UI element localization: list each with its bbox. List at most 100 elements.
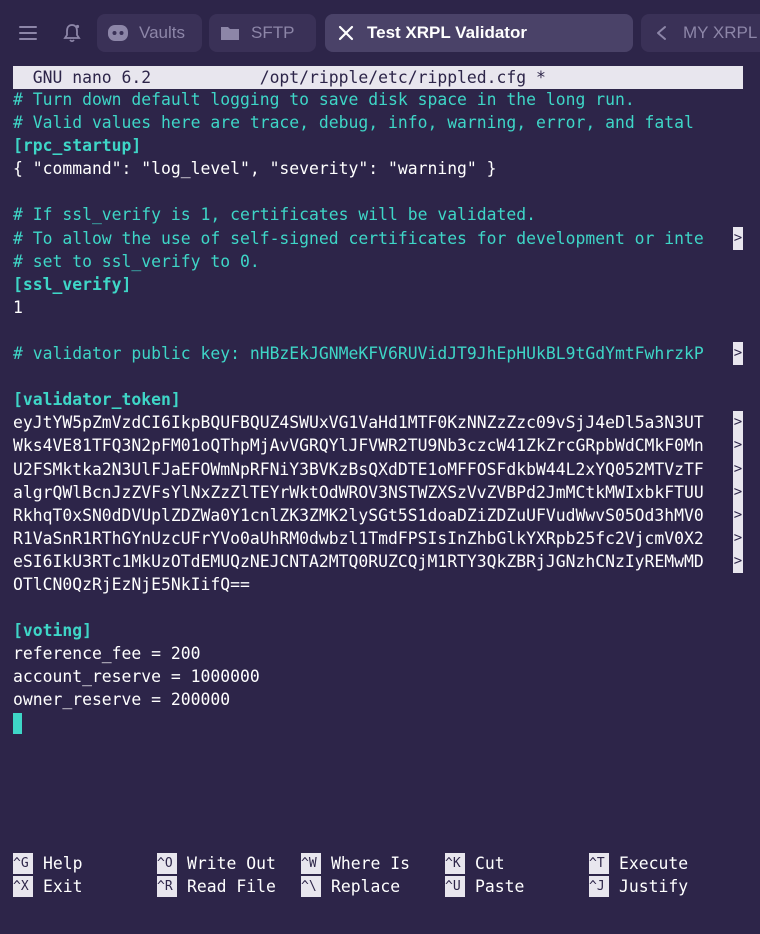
shortcut-write-out[interactable]: ^O Write Out (157, 852, 276, 875)
tab-test-xrpl-validator[interactable]: Test XRPL Validator (325, 14, 633, 52)
shortcut-help[interactable]: ^G Help (13, 852, 82, 875)
shortcut-key: ^J (589, 876, 609, 898)
line-text: reference_fee = 200 (13, 644, 201, 664)
shortcut-label: Cut (475, 854, 505, 873)
editor-line: Wks4VE81TFQ3N2pFM01oQThpMjAvVGRQYlJFVWR2… (13, 434, 743, 458)
bell-icon (63, 24, 81, 43)
editor-line: U2FSMktka2N3UlFJaEFOWmNpRFNiY3BVKzBsQXdD… (13, 457, 743, 481)
shortcut-label: Replace (331, 877, 401, 897)
line-text: # To allow the use of self-signed certif… (13, 228, 704, 248)
cursor-line (13, 712, 743, 735)
line-text: # validator public key: nHBzEkJGNMeKFV6R… (13, 344, 704, 364)
line-truncated-marker: > (733, 549, 743, 573)
line-text: { "command": "log_level", "severity": "w… (13, 159, 497, 179)
comment-line: # Valid values here are trace, debug, in… (13, 111, 743, 134)
line-text: algrQWlBcnJzZVFsYlNxZzZlTEYrWktOdWROV3NS… (13, 482, 704, 502)
comment-line: # set to ssl_verify to 0. (13, 250, 743, 273)
discord-vault-icon (107, 22, 129, 44)
text-cursor (13, 712, 22, 734)
shortcut-key: ^O (157, 853, 177, 874)
line-truncated-marker: > (733, 434, 743, 458)
editor-line: eSI6IkU3RTc1MkUzOTdEMUQzNEJCNTA2MTQ0RUZC… (13, 549, 743, 573)
editor-line: RkhqT0xSN0dDVUplZDZWa0Y1cnlZK3ZMK2lySGt5… (13, 503, 743, 527)
tab-label: MY XRPL (683, 23, 758, 42)
nano-shortcut-bar: ^G Help ^O Write Out ^W Where Is ^K Cut ^T Execut… (13, 852, 743, 898)
line-truncated-marker: > (733, 226, 743, 250)
shortcut-key: ^U (445, 876, 465, 898)
tab-my-xrpl[interactable]: MY XRPL (641, 14, 760, 52)
shortcut-key: ^\ (301, 876, 321, 898)
shortcut-key: ^T (589, 853, 609, 874)
comment-line: # Turn down default logging to save disk… (13, 88, 743, 111)
shortcut-key: ^W (301, 853, 321, 874)
shortcut-justify[interactable]: ^J Justify (589, 875, 688, 898)
line-text: U2FSMktka2N3UlFJaEFOWmNpRFNiY3BVKzBsQXdD… (13, 459, 704, 479)
shortcut-label: Justify (619, 877, 689, 897)
line-truncated-marker: > (733, 342, 743, 366)
line-text: [validator_token] (13, 390, 181, 410)
line-text: owner_reserve = 200000 (13, 690, 231, 710)
shortcut-execute[interactable]: ^T Execute (589, 852, 688, 875)
hamburger-icon (19, 26, 37, 40)
tab-vaults[interactable]: Vaults (97, 14, 202, 52)
line-text: [rpc_startup] (13, 136, 142, 156)
shortcut-key: ^X (13, 876, 33, 898)
shortcut-key: ^G (13, 853, 33, 874)
line-text: RkhqT0xSN0dDVUplZDZWa0Y1cnlZK3ZMK2lySGt5… (13, 505, 704, 525)
shortcut-row: ^G Help ^O Write Out ^W Where Is ^K Cut ^T Execut… (13, 852, 743, 875)
shortcut-where-is[interactable]: ^W Where Is (301, 852, 410, 875)
shortcut-label: Paste (475, 877, 525, 897)
shortcut-paste[interactable]: ^U Paste (445, 875, 524, 898)
terminal-view[interactable]: GNU nano 6.2 /opt/ripple/etc/rippled.cfg… (0, 64, 760, 934)
shortcut-label: Where Is (331, 854, 410, 873)
shortcut-exit[interactable]: ^X Exit (13, 875, 82, 898)
line-text: # set to ssl_verify to 0. (13, 251, 260, 271)
comment-line: # To allow the use of self-signed certif… (13, 226, 743, 250)
folder-icon (219, 22, 241, 44)
shortcut-label: Exit (43, 877, 83, 897)
shortcut-label: Execute (619, 854, 689, 873)
tab-label: Vaults (139, 23, 185, 42)
shortcut-replace[interactable]: ^\ Replace (301, 875, 400, 898)
shortcut-key: ^R (157, 876, 177, 898)
editor-line: eyJtYW5pZmVzdCI6IkpBQUFBQUZ4SWUxVG1VaHd1… (13, 411, 743, 435)
tab-sftp[interactable]: SFTP (209, 14, 316, 52)
shortcut-cut[interactable]: ^K Cut (445, 852, 505, 875)
line-truncated-marker: > (733, 526, 743, 550)
tab-label: Test XRPL Validator (367, 23, 527, 42)
editor-line: OTlCN0QzRjEzNjE5NkIifQ== (13, 573, 743, 596)
app-tab-bar: Vaults SFTP Test XRPL Validator MY XRPL (0, 0, 760, 64)
config-section-line: [validator_token] (13, 388, 743, 411)
shortcut-key: ^K (445, 853, 465, 874)
line-text: Wks4VE81TFQ3N2pFM01oQThpMjAvVGRQYlJFVWR2… (13, 436, 704, 456)
menu-button[interactable] (9, 14, 47, 52)
config-section-line: [ssl_verify] (13, 273, 743, 296)
line-text: # Turn down default logging to save disk… (13, 90, 635, 109)
shortcut-label: Read File (187, 877, 276, 897)
line-truncated-marker: > (733, 503, 743, 527)
notifications-button[interactable] (53, 14, 91, 52)
line-text: OTlCN0QzRjEzNjE5NkIifQ== (13, 574, 250, 594)
tab-label: SFTP (251, 23, 295, 42)
line-text: eyJtYW5pZmVzdCI6IkpBQUFBQUZ4SWUxVG1VaHd1… (13, 413, 704, 433)
config-section-line: [rpc_startup] (13, 134, 743, 157)
editor-line: R1VaSnR1RThGYnUzcUFrYVo0aUhRM0dwbzl1TmdF… (13, 526, 743, 550)
nano-editor[interactable]: # Turn down default logging to save disk… (13, 88, 743, 735)
shortcut-read-file[interactable]: ^R Read File (157, 875, 276, 898)
shortcut-row: ^X Exit ^R Read File ^\ Replace ^U Paste ^J Justi… (13, 875, 743, 898)
terminal-icon (651, 22, 673, 44)
shortcut-label: Write Out (187, 854, 276, 873)
editor-line: owner_reserve = 200000 (13, 688, 743, 711)
config-section-line: [voting] (13, 619, 743, 642)
comment-line: # If ssl_verify is 1, certificates will … (13, 203, 743, 226)
shortcut-label: Help (43, 854, 83, 873)
line-text: R1VaSnR1RThGYnUzcUFrYVo0aUhRM0dwbzl1TmdF… (13, 528, 704, 548)
editor-line: reference_fee = 200 (13, 642, 743, 665)
editor-line: algrQWlBcnJzZVFsYlNxZzZlTEYrWktOdWROV3NS… (13, 480, 743, 504)
close-icon[interactable] (335, 22, 357, 44)
editor-line: { "command": "log_level", "severity": "w… (13, 157, 743, 180)
line-text: 1 (13, 297, 23, 317)
